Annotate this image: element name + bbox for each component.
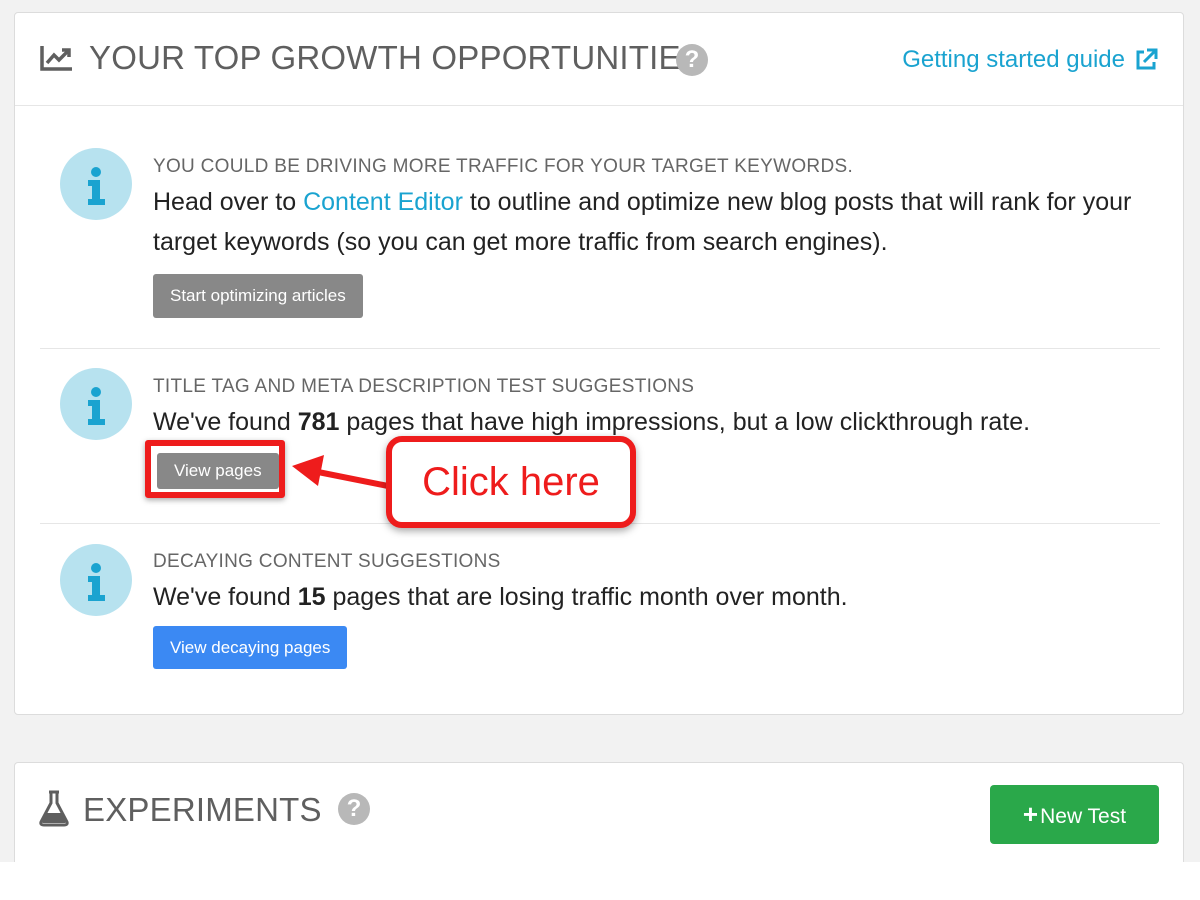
description-text: pages that have high impressions, but a …	[339, 408, 1031, 436]
getting-started-guide-link[interactable]: Getting started guide	[902, 46, 1159, 74]
new-test-label: New Test	[1040, 805, 1127, 828]
info-icon	[60, 148, 132, 220]
growth-panel-title: YOUR TOP GROWTH OPPORTUNITIES	[89, 39, 703, 76]
help-icon[interactable]: ?	[338, 793, 370, 825]
external-link-icon	[1136, 48, 1158, 70]
content-editor-link[interactable]: Content Editor	[303, 188, 463, 216]
flask-icon	[39, 790, 69, 827]
view-decaying-pages-button[interactable]: View decaying pages	[153, 626, 348, 669]
divider	[40, 348, 1160, 349]
opportunity-heading: YOU COULD BE DRIVING MORE TRAFFIC FOR YO…	[153, 156, 854, 177]
description-text: pages that are losing traffic month over…	[325, 583, 848, 611]
trending-chart-icon	[40, 46, 72, 71]
annotation-arrow-icon	[292, 455, 389, 489]
info-icon	[60, 544, 132, 616]
help-icon[interactable]: ?	[676, 44, 708, 76]
page-count: 15	[297, 583, 326, 611]
start-optimizing-articles-button[interactable]: Start optimizing articles	[153, 274, 363, 318]
annotation-callout: Click here	[386, 436, 636, 528]
opportunity-item-keywords: YOU COULD BE DRIVING MORE TRAFFIC FOR YO…	[40, 133, 1160, 333]
annotation-highlight-box	[145, 440, 285, 498]
plus-icon: +	[1022, 799, 1039, 829]
opportunity-heading: TITLE TAG AND META DESCRIPTION TEST SUGG…	[153, 376, 695, 397]
experiments-title: EXPERIMENTS	[83, 791, 322, 828]
page-count: 781	[297, 408, 340, 436]
growth-panel-header: YOUR TOP GROWTH OPPORTUNITIES ? Getting …	[15, 13, 1183, 106]
getting-started-guide-label: Getting started guide	[902, 46, 1125, 73]
growth-opportunities-panel: YOUR TOP GROWTH OPPORTUNITIES ? Getting …	[14, 12, 1184, 715]
opportunity-description: We've found 15 pages that are losing tra…	[153, 577, 1153, 617]
opportunity-description: Head over to Content Editor to outline a…	[153, 182, 1153, 262]
description-text: We've found	[153, 583, 298, 611]
description-text: We've found	[153, 408, 298, 436]
experiments-panel: EXPERIMENTS ? +New Test	[14, 762, 1184, 862]
description-text: Head over to	[153, 188, 304, 216]
opportunity-description: We've found 781 pages that have high imp…	[153, 402, 1153, 442]
opportunity-heading: DECAYING CONTENT SUGGESTIONS	[153, 551, 501, 572]
page-bottom	[0, 862, 1200, 900]
info-icon	[60, 368, 132, 440]
opportunity-item-decaying: DECAYING CONTENT SUGGESTIONS We've found…	[40, 528, 1160, 688]
new-test-button[interactable]: +New Test	[990, 785, 1159, 844]
